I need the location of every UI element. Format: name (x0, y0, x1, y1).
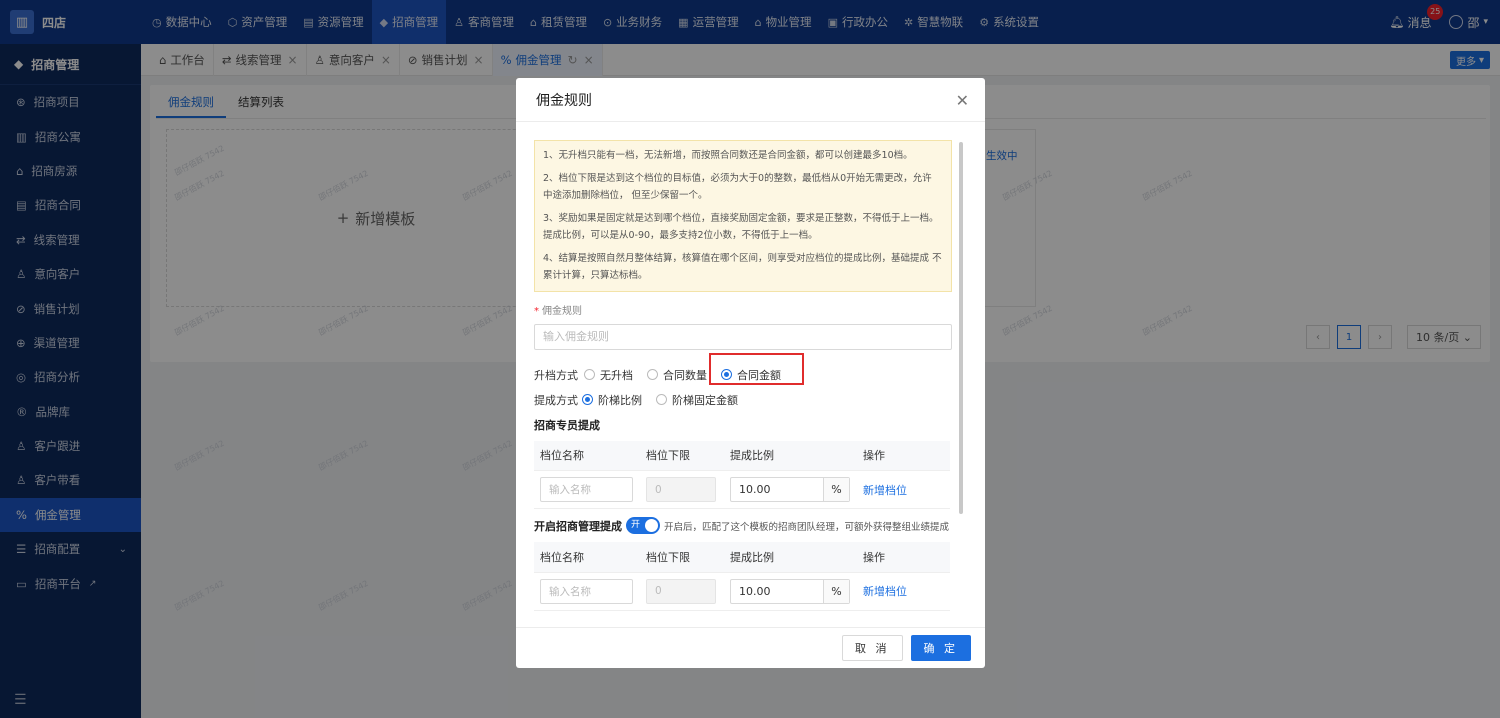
tier-lower-input: 0 (646, 477, 716, 502)
dialog-footer: 取 消 确 定 (516, 627, 985, 668)
radio-tier-ratio[interactable]: 阶梯比例 (582, 392, 642, 408)
col-header: 提成比例 (724, 440, 857, 471)
table-cell: 输入名称 (534, 572, 640, 611)
radio-contract-count[interactable]: 合同数量 (647, 367, 707, 383)
col-header: 档位名称 (534, 542, 640, 573)
notice-line: 3、奖励如果是固定就是达到哪个档位，直接奖励固定金额，要求是正整数，不得低于上一… (543, 212, 939, 242)
manager-commission-toggle[interactable]: 开 (626, 517, 660, 534)
confirm-button[interactable]: 确 定 (910, 635, 971, 661)
app-root: ▥ 四店 ◷ 数据中心 ⬡ 资产管理 ▤ 资源管理 ◆ 招商管理 ♙ 客商管理 ⌂ 租赁管理 ⊙ 业务财务… (0, 0, 1500, 718)
manager-tier-table: 档位名称 档位下限 提成比例 操作 输入名称 0 10.00% 新增档位 (534, 542, 950, 611)
dialog-title: 佣金规则 (536, 92, 592, 109)
commission-method-row: 提成方式 阶梯比例 阶梯固定金额 (534, 389, 957, 411)
table-cell: 新增档位 (857, 572, 950, 611)
table-row: 输入名称 0 10.00% 新增档位 (534, 470, 950, 509)
upgrade-label: 升档方式 (534, 368, 578, 382)
section-title: 招商专员提成 (534, 418, 600, 432)
commission-label: 提成方式 (534, 393, 578, 407)
dialog-header: 佣金规则 (516, 78, 985, 122)
notice-line: 2、档位下限是达到这个档位的目标值，必须为大于0的整数，最低档从0开始无需更改，… (543, 172, 932, 202)
required-mark: * (534, 305, 539, 317)
rules-notice: 1、无升档只能有一档，无法新增，而按照合同数还是合同金额，都可以创建最多10档。… (534, 140, 952, 292)
radio-label: 阶梯比例 (598, 393, 642, 407)
percent-unit: % (823, 579, 849, 603)
col-header: 档位下限 (640, 542, 724, 573)
highlight-box (709, 353, 804, 385)
table-cell: 0 (640, 470, 724, 509)
close-icon[interactable]: ✕ (956, 91, 969, 110)
radio-tier-fixed[interactable]: 阶梯固定金额 (656, 392, 738, 408)
rule-field-label: * 佣金规则 (534, 302, 957, 317)
tier-table: 档位名称 档位下限 提成比例 操作 输入名称 0 10.00% 新增档位 (534, 440, 950, 509)
rule-label-text: 佣金规则 (542, 305, 582, 317)
radio-circle (584, 369, 595, 380)
add-tier-link[interactable]: 新增档位 (863, 484, 907, 497)
cancel-button[interactable]: 取 消 (842, 635, 903, 661)
radio-no-upgrade[interactable]: 无升档 (584, 367, 633, 383)
col-header: 档位名称 (534, 440, 640, 471)
col-header: 操作 (857, 440, 950, 471)
col-header: 提成比例 (724, 542, 857, 573)
tier-lower-input: 0 (646, 578, 716, 604)
ratio-value: 10.00 (739, 483, 771, 496)
table-cell: 新增档位 (857, 470, 950, 509)
table-row: 输入名称 0 10.00% 新增档位 (534, 572, 950, 611)
tier-name-input[interactable]: 输入名称 (540, 477, 633, 502)
tier-ratio-input[interactable]: 10.00% (730, 477, 850, 502)
rule-name-input[interactable] (534, 323, 952, 350)
table-cell: 输入名称 (534, 470, 640, 509)
radio-circle-selected (582, 394, 593, 405)
add-tier-link[interactable]: 新增档位 (863, 585, 907, 598)
radio-label: 合同数量 (663, 368, 707, 382)
manager-commission-row: 开启招商管理提成 开 开启后，匹配了这个模板的招商团队经理，可额外获得整组业绩提… (534, 517, 957, 534)
table-cell: 10.00% (724, 470, 857, 509)
radio-label: 阶梯固定金额 (672, 393, 738, 407)
tier-ratio-input[interactable]: 10.00% (730, 578, 850, 604)
radio-circle (656, 394, 667, 405)
notice-line: 4、结算是按照自然月整体结算，核算值在哪个区间，则享受对应档位的提成比例，基础提… (543, 252, 942, 282)
tier-name-input[interactable]: 输入名称 (540, 578, 633, 604)
radio-label: 无升档 (600, 368, 633, 382)
switch-title: 开启招商管理提成 (534, 519, 622, 533)
notice-line: 1、无升档只能有一档，无法新增，而按照合同数还是合同金额，都可以创建最多10档。 (543, 150, 913, 161)
col-header: 操作 (857, 542, 950, 573)
table-header-row: 档位名称 档位下限 提成比例 操作 (534, 542, 950, 573)
table-header-row: 档位名称 档位下限 提成比例 操作 (534, 440, 950, 471)
table-cell: 0 (640, 572, 724, 611)
radio-circle (647, 369, 658, 380)
table-cell: 10.00% (724, 572, 857, 611)
col-header: 档位下限 (640, 440, 724, 471)
ratio-value: 10.00 (739, 584, 771, 598)
percent-unit: % (823, 478, 849, 501)
switch-description: 开启后，匹配了这个模板的招商团队经理，可额外获得整组业绩提成 (664, 521, 950, 533)
